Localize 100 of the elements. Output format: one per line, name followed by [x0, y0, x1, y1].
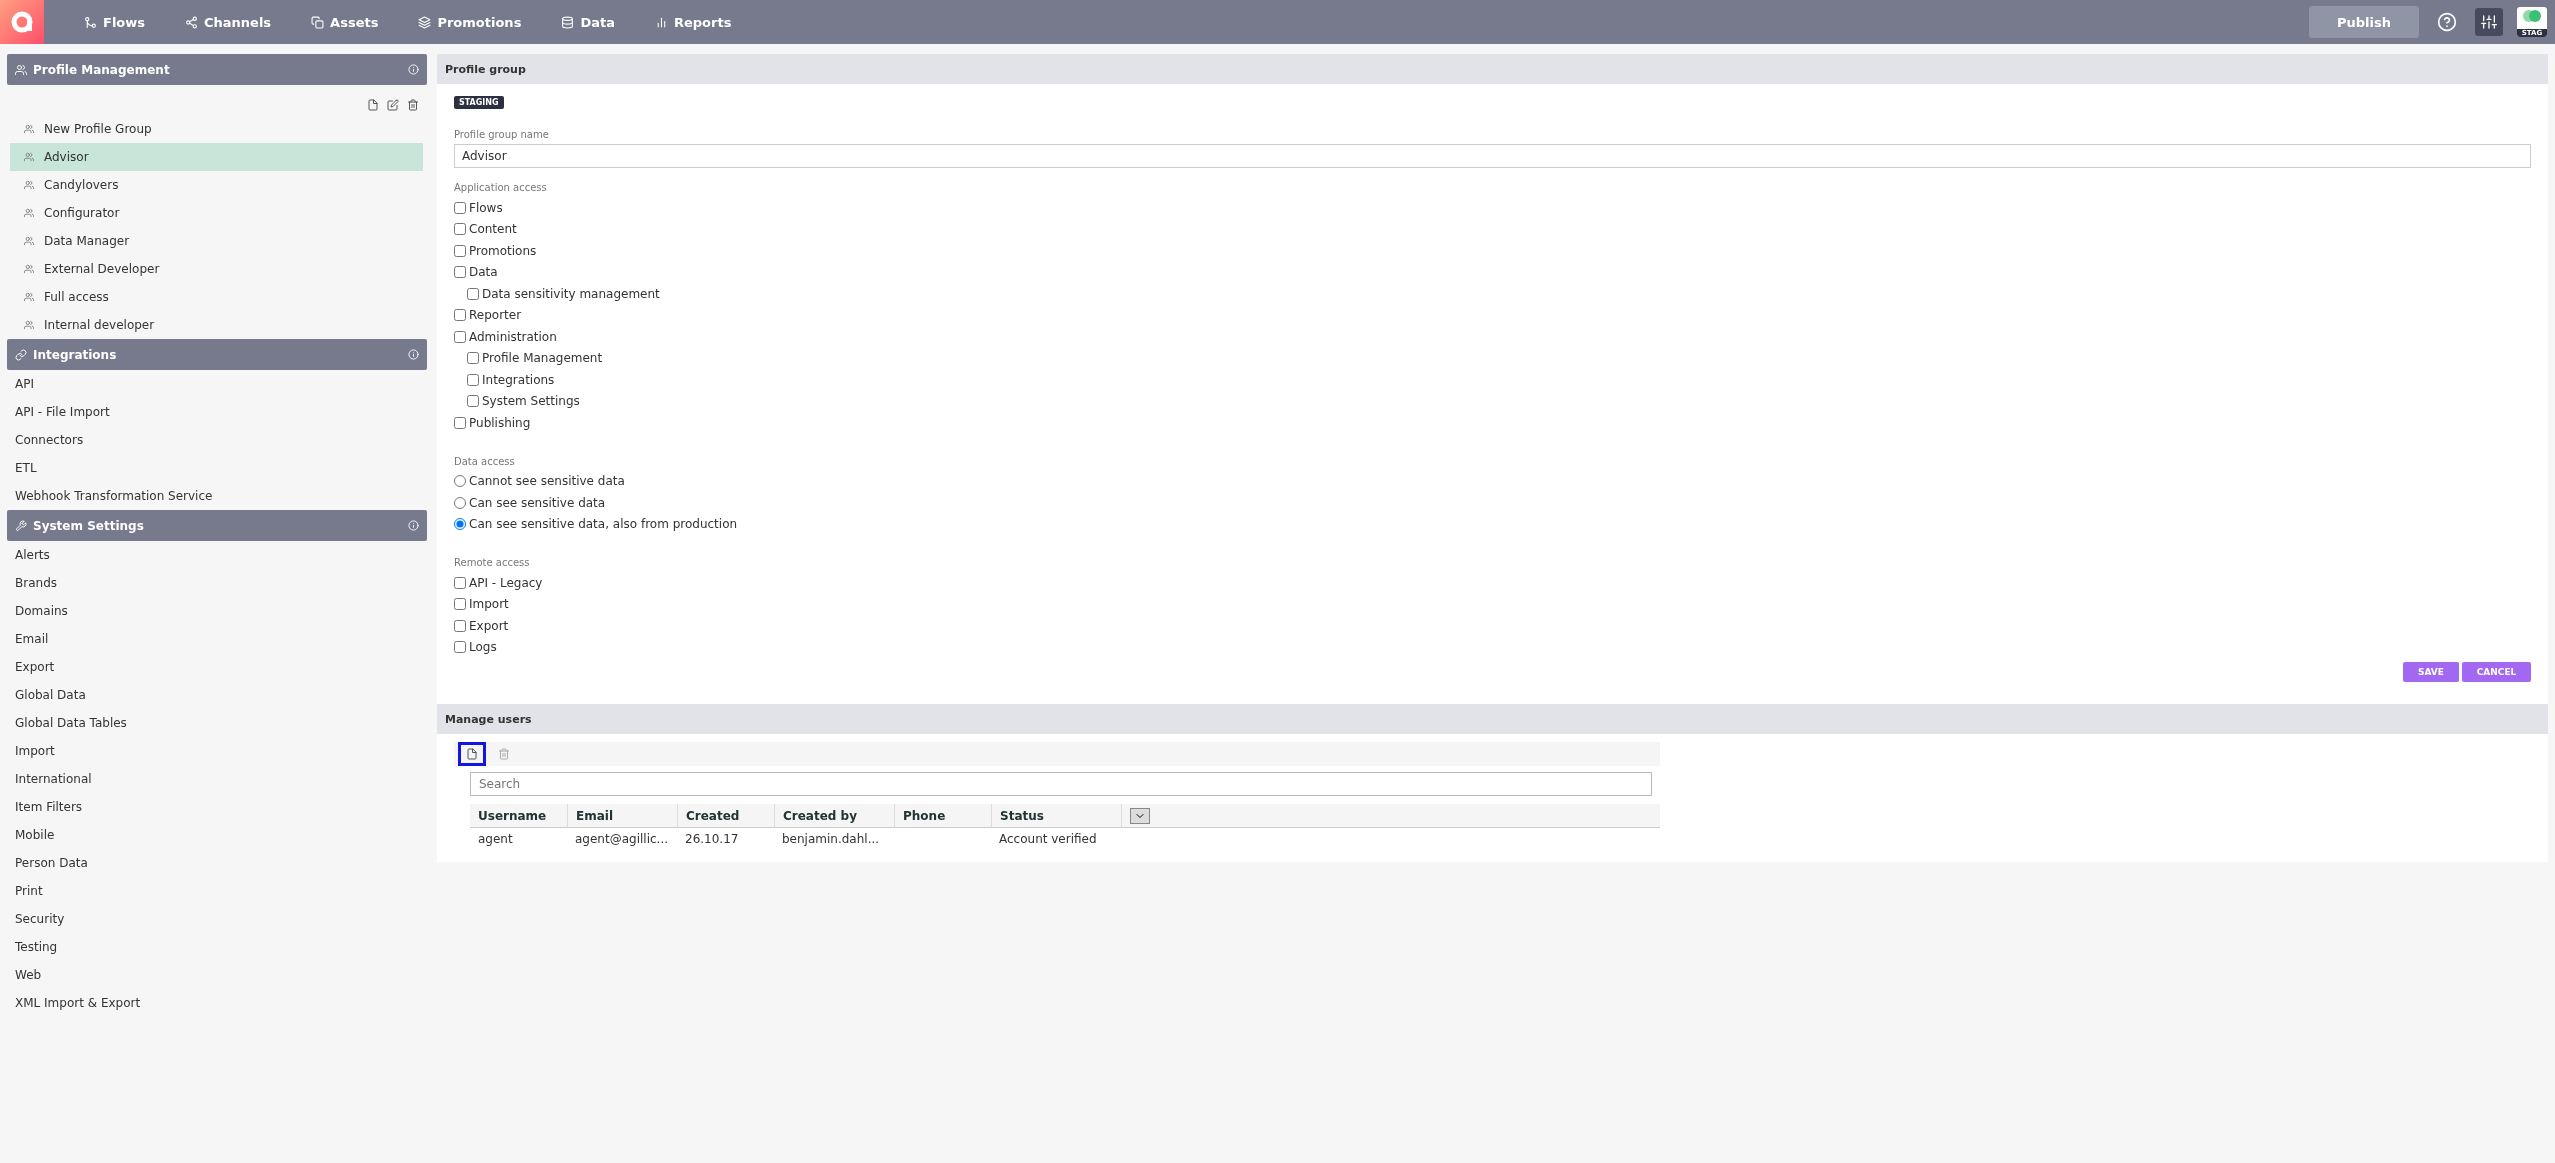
search-field[interactable]: Search — [470, 772, 1652, 796]
users-icon — [24, 320, 34, 330]
sidebar-item[interactable]: Data Manager — [10, 227, 423, 255]
section-header[interactable]: Integrations — [7, 339, 427, 370]
dropdown-button[interactable] — [1130, 807, 1150, 824]
sidebar-item[interactable]: Advisor — [10, 143, 423, 171]
section-header[interactable]: System Settings — [7, 510, 427, 541]
sidebar-item[interactable]: Configurator — [10, 199, 423, 227]
sidebar-item[interactable]: Security — [7, 905, 423, 933]
users-icon — [24, 208, 34, 218]
nav-item[interactable]: Assets — [311, 14, 379, 30]
nav-item[interactable]: Data — [561, 14, 615, 30]
sidebar-item[interactable]: Testing — [7, 933, 423, 961]
info-icon[interactable] — [408, 349, 419, 360]
sidebar-item[interactable]: XML Import & Export — [7, 989, 423, 1017]
checkbox[interactable] — [467, 395, 479, 408]
name-field[interactable]: Advisor — [454, 144, 2531, 168]
checkbox[interactable] — [454, 641, 466, 654]
sidebar-item[interactable]: New Profile Group — [10, 115, 423, 143]
tools-icon — [15, 519, 27, 532]
sidebar-item[interactable]: Person Data — [7, 849, 423, 877]
trash-icon — [498, 748, 510, 760]
nav-item[interactable]: Promotions — [418, 14, 522, 30]
option-label: Import — [469, 597, 509, 612]
checkbox[interactable] — [454, 330, 466, 343]
nav-item[interactable]: Channels — [185, 14, 272, 30]
info-icon[interactable] — [408, 520, 419, 531]
info-icon[interactable] — [408, 64, 419, 75]
sidebar-item[interactable]: Alerts — [7, 541, 423, 569]
checkbox[interactable] — [454, 223, 466, 236]
sidebar-item[interactable]: API — [7, 370, 423, 398]
option-label: Administration — [469, 329, 557, 344]
column-header[interactable]: Email — [567, 804, 677, 828]
option-label: Can see sensitive data — [469, 495, 606, 510]
option-label: Export — [469, 618, 509, 633]
sidebar-item[interactable]: Full access — [10, 283, 423, 311]
sidebar-item[interactable]: Import — [7, 737, 423, 765]
users-icon — [24, 180, 34, 190]
sidebar-item[interactable]: Web — [7, 961, 423, 989]
group-label: Remote access — [454, 557, 531, 568]
checkbox[interactable] — [467, 373, 479, 386]
new-button[interactable] — [458, 742, 486, 766]
column-header[interactable]: Phone — [894, 804, 991, 828]
option-label: Logs — [469, 640, 497, 655]
logo[interactable] — [0, 0, 44, 44]
sidebar-item[interactable]: Brands — [7, 569, 423, 597]
database-icon — [561, 15, 575, 29]
edit-icon[interactable] — [387, 99, 399, 111]
users-icon — [24, 152, 34, 162]
sidebar-item[interactable]: Item Filters — [7, 793, 423, 821]
sidebar-item[interactable]: Mobile — [7, 821, 423, 849]
trash-icon[interactable] — [407, 99, 419, 111]
option-label: Can see sensitive data, also from production — [469, 517, 738, 532]
checkbox[interactable] — [467, 352, 479, 365]
option-label: Publishing — [469, 415, 531, 430]
column-header[interactable]: Username — [470, 804, 567, 828]
checkbox[interactable] — [454, 619, 466, 632]
cancel-button[interactable]: CANCEL — [2462, 662, 2531, 682]
checkbox[interactable] — [454, 598, 466, 611]
checkbox[interactable] — [454, 416, 466, 429]
new-file-icon[interactable] — [367, 99, 379, 111]
checkbox[interactable] — [454, 244, 466, 257]
sidebar-item[interactable]: Print — [7, 877, 423, 905]
sidebar-item[interactable]: External Developer — [10, 255, 423, 283]
sidebar-item[interactable]: API - File Import — [7, 398, 423, 426]
sidebar-item[interactable]: International — [7, 765, 423, 793]
column-header[interactable]: Created — [677, 804, 774, 828]
layers-icon — [418, 15, 432, 29]
settings-button[interactable] — [2475, 8, 2503, 36]
checkbox[interactable] — [454, 576, 466, 589]
checkbox[interactable] — [454, 266, 466, 279]
environment-badge: STAGING — [454, 96, 504, 109]
save-button[interactable]: SAVE — [2403, 662, 2459, 682]
sidebar-item[interactable]: Email — [7, 625, 423, 653]
radio-button[interactable] — [454, 496, 466, 509]
section-title: Integrations — [33, 347, 118, 362]
sidebar-item[interactable]: ETL — [7, 454, 423, 482]
group-label: Data access — [454, 455, 516, 467]
sidebar-item[interactable]: Webhook Transformation Service — [7, 482, 423, 510]
nav-item[interactable]: Reports — [654, 14, 732, 30]
option-label: System Settings — [482, 394, 580, 409]
column-header[interactable]: Created by — [774, 804, 894, 828]
section-title: Profile Management — [33, 62, 171, 77]
sidebar-item[interactable]: Connectors — [7, 426, 423, 454]
nav-item[interactable]: Flows — [84, 14, 145, 30]
checkbox[interactable] — [454, 309, 466, 322]
column-header[interactable]: Status — [991, 804, 1121, 828]
sidebar-item[interactable]: Global Data — [7, 681, 423, 709]
sidebar-item[interactable]: Export — [7, 653, 423, 681]
sidebar-item[interactable]: Domains — [7, 597, 423, 625]
radio-button[interactable] — [454, 518, 466, 531]
sidebar-item[interactable]: Internal developer — [10, 311, 423, 339]
users-icon — [24, 292, 34, 302]
checkbox[interactable] — [454, 201, 466, 214]
section-header[interactable]: Profile Management — [7, 54, 427, 85]
sidebar-item[interactable]: Global Data Tables — [7, 709, 423, 737]
section-title: System Settings — [33, 518, 145, 533]
radio-button[interactable] — [454, 475, 466, 488]
sidebar-item[interactable]: Candylovers — [10, 171, 423, 199]
checkbox[interactable] — [467, 287, 479, 300]
